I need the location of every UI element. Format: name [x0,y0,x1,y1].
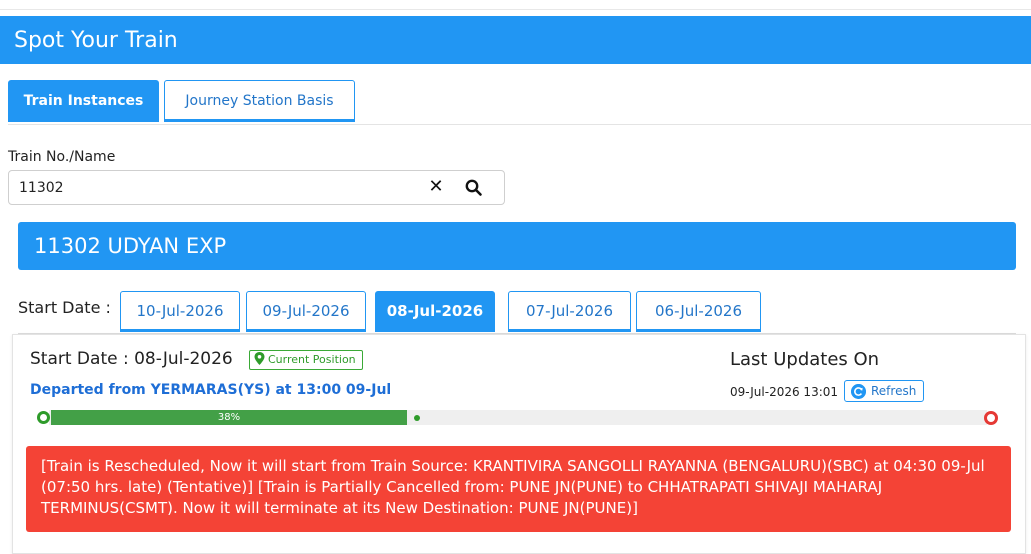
train-search-input[interactable] [19,179,399,197]
train-status-card: Start Date : 08-Jul-2026 Current Positio… [12,334,1026,554]
source-station-marker [37,411,50,424]
train-title-banner: 11302 UDYAN EXP [18,222,1016,270]
train-number-label: Train No./Name [8,149,116,165]
date-tab[interactable]: 09-Jul-2026 [246,291,366,332]
refresh-label: Refresh [871,384,917,398]
page-header: Spot Your Train [0,16,1031,64]
current-position-label: Current Position [268,353,356,366]
departure-status: Departed from YERMARAS(YS) at 13:00 09-J… [30,382,392,398]
tab-journey-station-basis[interactable]: Journey Station Basis [164,80,355,122]
refresh-icon [851,384,866,399]
destination-station-marker [984,411,998,425]
progress-label: 38% [217,412,241,423]
journey-progress: 38% [37,408,998,426]
date-tab[interactable]: 07-Jul-2026 [508,291,631,332]
current-position-button[interactable]: Current Position [249,350,363,370]
train-title: 11302 UDYAN EXP [34,234,227,258]
search-icon[interactable] [464,178,484,198]
last-updates-label: Last Updates On [730,349,880,370]
mode-tabs: Train Instances Journey Station Basis [8,80,1031,125]
date-tab[interactable]: 06-Jul-2026 [636,291,761,332]
top-strip [0,0,1031,10]
reschedule-alert: [Train is Rescheduled, Now it will start… [26,446,1011,532]
last-update-time: 09-Jul-2026 13:01 [730,385,839,399]
close-icon[interactable]: ✕ [426,177,446,197]
card-start-date: Start Date : 08-Jul-2026 [30,349,233,369]
date-tab[interactable]: 10-Jul-2026 [120,291,240,332]
date-tab-selected[interactable]: 08-Jul-2026 [375,291,495,332]
location-pin-icon [254,352,265,365]
progress-fill: 38% [51,410,407,425]
train-search-box: ✕ [8,170,505,205]
tab-train-instances[interactable]: Train Instances [8,80,159,122]
current-position-marker [414,415,420,421]
start-date-label: Start Date : [18,298,111,317]
refresh-button[interactable]: Refresh [844,380,924,402]
page-title: Spot Your Train [14,28,178,53]
